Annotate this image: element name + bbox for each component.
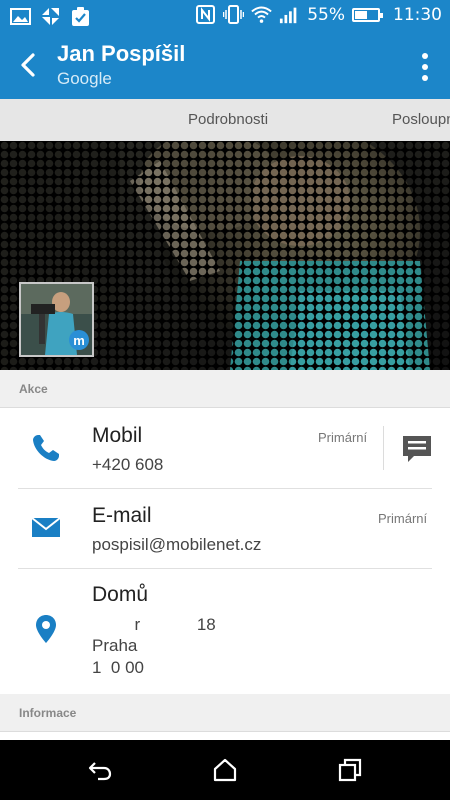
task-done-notification-icon [72, 7, 89, 26]
tab-history[interactable]: Posloupnost [392, 111, 450, 128]
phone-icon [33, 435, 59, 461]
primary-tag: Primární [378, 511, 428, 526]
battery-icon [352, 7, 383, 22]
account-name: Google [57, 69, 112, 88]
home-nav-icon[interactable] [212, 757, 238, 783]
vibrate-icon [223, 5, 245, 24]
wifi-icon [251, 6, 272, 23]
sync-notification-icon [42, 8, 59, 25]
message-icon[interactable] [400, 432, 434, 466]
recent-apps-nav-icon[interactable] [337, 757, 363, 783]
system-status: 55% 11:30 [195, 4, 442, 25]
section-header-info: Informace [0, 694, 450, 732]
section-title: Informace [19, 706, 77, 720]
back-arrow-icon[interactable] [14, 50, 44, 80]
notification-icons [10, 6, 91, 27]
contact-name: Jan Pospíšil [57, 41, 186, 66]
location-pin-icon [36, 615, 56, 643]
contact-avatar[interactable]: m [19, 282, 94, 357]
divider [383, 426, 384, 470]
phone-row[interactable]: Mobil +420 608 Primární [0, 408, 450, 488]
address-street: r 18 [92, 615, 216, 634]
back-nav-icon[interactable] [87, 757, 113, 783]
battery-level [355, 10, 367, 19]
action-bar: Jan Pospíšil Google [0, 32, 450, 99]
email-address: pospisil@mobilenet.cz [92, 535, 262, 554]
address-label: Domů [92, 583, 149, 606]
email-label: E-mail [92, 504, 152, 527]
tab-details[interactable]: Podrobnosti [188, 111, 268, 128]
overflow-menu-icon[interactable] [420, 52, 430, 82]
tab-strip: Podrobnosti Posloupnost [0, 99, 450, 141]
address-zip: 1 0 00 [92, 658, 144, 677]
avatar-photo: m [21, 284, 92, 355]
navigation-bar [0, 740, 450, 800]
phone-label: Mobil [92, 424, 143, 447]
address-row[interactable]: Domů r 18 Praha 1 0 00 [0, 569, 450, 693]
email-icon [31, 517, 61, 537]
battery-percent: 55% [307, 4, 345, 25]
signal-icon [280, 7, 297, 24]
email-row[interactable]: E-mail pospisil@mobilenet.cz Primární [0, 489, 450, 568]
nfc-icon [196, 5, 216, 24]
clock: 11:30 [393, 4, 442, 25]
status-bar: 55% 11:30 [0, 0, 450, 32]
gallery-notification-icon [10, 8, 31, 25]
section-title: Akce [19, 382, 48, 396]
primary-tag: Primární [318, 430, 368, 445]
section-header-actions: Akce [0, 370, 450, 408]
phone-number: +420 608 [92, 455, 164, 474]
address-city: Praha [92, 636, 138, 655]
contact-details-screen: 55% 11:30 Jan Pospíšil Google Podrobnost… [0, 0, 450, 800]
svg-text:m: m [73, 333, 85, 348]
